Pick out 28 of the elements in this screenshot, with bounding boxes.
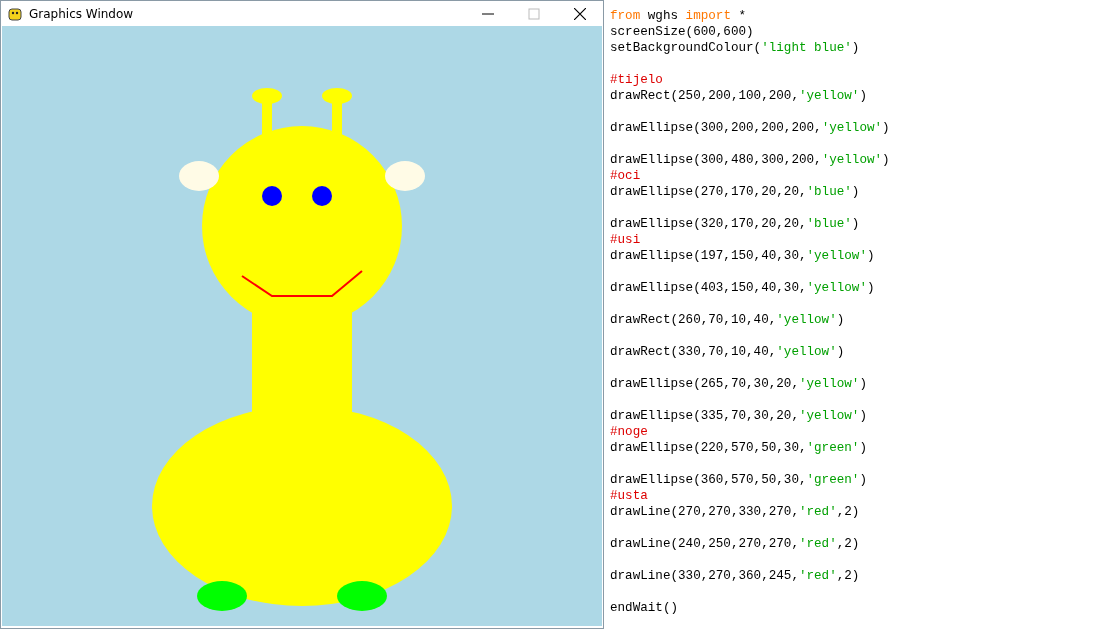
code-line: drawEllipse(220,570,50,30,'green') <box>610 440 868 456</box>
code-line: drawRect(260,70,10,40,'yellow') <box>610 312 846 328</box>
code-line: drawLine(330,270,360,245,'red',2) <box>610 568 861 584</box>
code-line: drawEllipse(300,480,300,200,'yellow') <box>610 152 890 168</box>
window-title: Graphics Window <box>29 6 135 21</box>
code-line: drawEllipse(403,150,40,30,'yellow') <box>610 280 876 296</box>
code-line: drawEllipse(320,170,20,20,'blue') <box>610 216 861 232</box>
code-line: drawRect(330,70,10,40,'yellow') <box>610 344 846 360</box>
code-line: drawRect(250,200,100,200,'yellow') <box>610 88 868 104</box>
code-line: drawEllipse(197,150,40,30,'yellow') <box>610 248 876 264</box>
code-line: screenSize(600,600) <box>610 24 755 40</box>
code-line: endWait() <box>610 600 680 616</box>
code-line: setBackgroundColour('light blue') <box>610 40 861 56</box>
code-line: drawEllipse(335,70,30,20,'yellow') <box>610 408 868 424</box>
close-icon[interactable] <box>574 7 586 20</box>
code-line: #usta <box>610 488 649 504</box>
code-line: drawLine(240,250,270,270,'red',2) <box>610 536 861 552</box>
code-line: from wghs import * <box>610 8 748 24</box>
code-line: #oci <box>610 168 642 184</box>
code-line: #tijelo <box>610 72 664 88</box>
code-line: drawEllipse(300,200,200,200,'yellow') <box>610 120 890 136</box>
code-line: #noge <box>610 424 649 440</box>
code-line: #usi <box>610 232 642 248</box>
code-line: drawEllipse(270,170,20,20,'blue') <box>610 184 861 200</box>
code-line: drawEllipse(265,70,30,20,'yellow') <box>610 376 868 392</box>
code-line: drawEllipse(360,570,50,30,'green') <box>610 472 868 488</box>
app-icon <box>7 5 23 22</box>
code-line: drawLine(270,270,330,270,'red',2) <box>610 504 861 520</box>
